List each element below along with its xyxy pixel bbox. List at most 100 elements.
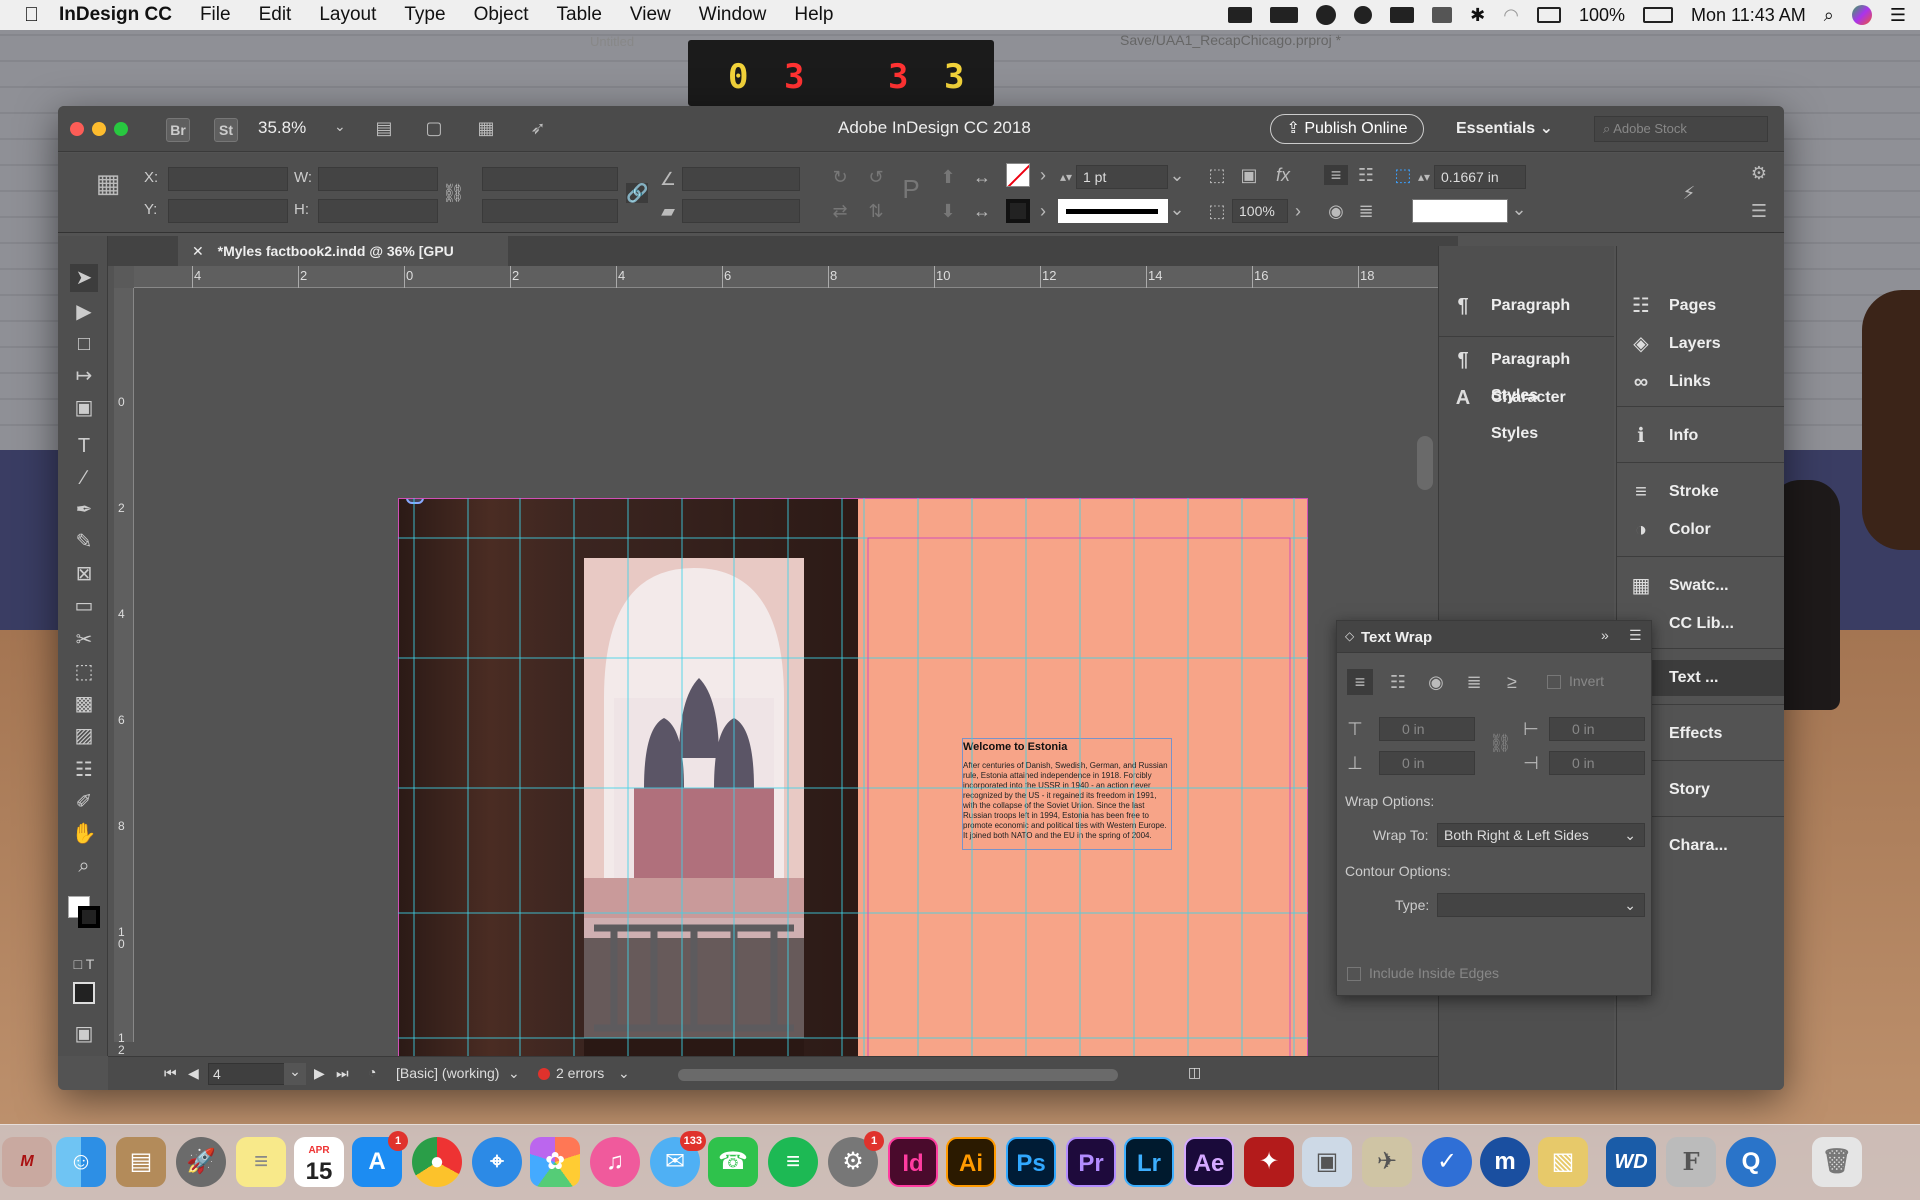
text-wrap-box-icon[interactable]: ☷ <box>1354 165 1378 185</box>
text-wrap-jump-icon[interactable]: ≣ <box>1354 201 1378 221</box>
screen-mode-icon[interactable]: ▢ <box>420 118 448 138</box>
system-preferences-icon[interactable]: ⚙ 1 <box>828 1131 884 1187</box>
wd-drive-icon[interactable] <box>1270 7 1299 23</box>
gradient-feather-tool-icon[interactable]: ▨ <box>70 722 98 750</box>
creative-cloud-icon[interactable] <box>1316 5 1337 25</box>
opacity-menu-icon[interactable]: › <box>1290 201 1306 221</box>
stroke-menu-icon[interactable]: › <box>1034 201 1052 221</box>
stock-button[interactable]: St <box>214 118 238 142</box>
menu-view[interactable]: View <box>616 4 685 26</box>
rectangle-frame-tool-icon[interactable]: ⊠ <box>70 560 98 588</box>
indesign-dock-icon[interactable]: Id <box>888 1137 938 1187</box>
pencil-tool-icon[interactable]: ✎ <box>70 528 98 556</box>
adobe-stock-search[interactable]: ⌕ Adobe Stock <box>1594 116 1768 142</box>
character-styles-panel-tab[interactable]: A Character Styles <box>1439 380 1614 442</box>
menu-edit[interactable]: Edit <box>245 4 306 26</box>
text-wrap-shape-icon[interactable]: ◉ <box>1324 201 1348 221</box>
paragraph-styles-panel-tab[interactable]: ¶ Paragraph Styles <box>1439 342 1614 404</box>
constrain-proportions-icon[interactable]: ⛓ <box>442 183 465 203</box>
settings-gear-icon[interactable]: ⚙ <box>1748 163 1770 183</box>
menu-file[interactable]: File <box>186 4 245 26</box>
fill-swatch[interactable] <box>1006 163 1030 187</box>
x-field[interactable] <box>168 167 288 191</box>
note-tool-icon[interactable]: ☷ <box>70 756 98 784</box>
wrap-none-button[interactable]: ≡ <box>1347 669 1373 695</box>
close-tab-icon[interactable]: ✕ <box>192 243 204 259</box>
page-spread[interactable]: Welcome to Estonia After centuries of Da… <box>398 498 1308 1090</box>
top-offset-field[interactable]: 0 in <box>1379 717 1475 741</box>
left-offset-field[interactable]: 0 in <box>1549 717 1645 741</box>
horizontal-ruler[interactable]: 420246810121416182 <box>114 266 1473 288</box>
launchpad-icon[interactable]: 🚀 <box>176 1137 226 1187</box>
acrobat-distiller-icon[interactable]: ✦ <box>1244 1137 1294 1187</box>
stroke-type-dropdown[interactable]: ⌄ <box>1168 199 1186 219</box>
notification-center-icon[interactable]: ☰ <box>1890 5 1906 26</box>
shear-field[interactable] <box>682 199 800 223</box>
zoom-window-button[interactable] <box>114 122 128 136</box>
font-book-icon[interactable]: F <box>1666 1137 1716 1187</box>
gap-tool-icon[interactable]: ↦ <box>70 362 98 390</box>
facetime-icon[interactable]: ☎ <box>708 1137 758 1187</box>
arrange-documents-icon[interactable]: ▦ <box>472 118 500 138</box>
next-page-icon[interactable]: ▶ <box>314 1065 325 1082</box>
stroke-weight-field[interactable]: 1 pt <box>1076 165 1168 189</box>
include-inside-edges-checkbox[interactable] <box>1347 967 1361 981</box>
quicktime-icon[interactable]: Q <box>1726 1137 1776 1187</box>
checkmark-app-icon[interactable]: ✓ <box>1422 1137 1472 1187</box>
line-tool-icon[interactable]: ∕ <box>70 464 98 492</box>
gutter-field[interactable]: 0.1667 in <box>1434 165 1526 189</box>
premiere-dock-icon[interactable]: Pr <box>1066 1137 1116 1187</box>
contacts-icon[interactable]: ▤ <box>116 1137 166 1187</box>
h-field[interactable] <box>318 199 438 223</box>
stroke-weight-stepper[interactable]: ▴▾ <box>1058 167 1074 187</box>
w-field[interactable] <box>318 167 438 191</box>
siri-icon[interactable] <box>1851 5 1872 25</box>
layers-panel-tab[interactable]: ◈ Layers <box>1617 326 1784 362</box>
workspace-switcher[interactable]: Essentials ⌄ <box>1456 118 1553 138</box>
error-count[interactable]: 2 errors <box>556 1065 604 1081</box>
flip-vertical-icon[interactable]: ⇅ <box>864 201 888 221</box>
finder-icon[interactable]: ☺ <box>56 1137 106 1187</box>
pen-tool-icon[interactable]: ✒ <box>70 496 98 524</box>
horizontal-scrollbar[interactable] <box>678 1069 1118 1081</box>
swatches-panel-tab[interactable]: ▦ Swatc... <box>1617 568 1784 604</box>
gutter-stepper[interactable]: ▴▾ <box>1416 167 1432 187</box>
wrap-object-shape-button[interactable]: ◉ <box>1423 669 1449 695</box>
panel-collapse-icon[interactable]: ◇ <box>1345 629 1354 643</box>
clock[interactable]: Mon 11:43 AM <box>1691 5 1806 26</box>
column-dropdown[interactable]: ⌄ <box>1510 199 1528 219</box>
wifi-icon[interactable]: ◠ <box>1503 5 1519 26</box>
page-dropdown-icon[interactable]: ⌄ <box>284 1063 306 1085</box>
fx-icon[interactable]: fx <box>1270 165 1296 185</box>
direct-selection-tool-icon[interactable]: ▶ <box>70 298 98 326</box>
drive-icon[interactable] <box>1390 7 1415 23</box>
preflight-profile[interactable]: [Basic] (working) <box>396 1065 499 1081</box>
safari-icon[interactable]: ⌖ <box>472 1137 522 1187</box>
stroke-panel-tab[interactable]: ≡ Stroke <box>1617 474 1784 510</box>
rotate-ccw-icon[interactable]: ↺ <box>864 167 888 187</box>
opacity-field[interactable]: 100% <box>1232 199 1288 223</box>
wd-backup-icon[interactable]: WD <box>1606 1137 1656 1187</box>
text-wrap-menu-icon[interactable]: ☰ <box>1629 627 1642 644</box>
free-transform-tool-icon[interactable]: ⬚ <box>70 658 98 686</box>
wrap-bounding-box-button[interactable]: ☷ <box>1385 669 1411 695</box>
fill-menu-icon[interactable]: › <box>1034 165 1052 185</box>
illustrator-dock-icon[interactable]: Ai <box>946 1137 996 1187</box>
preview-icon[interactable]: ▣ <box>1302 1137 1352 1187</box>
hand-tool-icon[interactable]: ✋ <box>70 820 98 848</box>
selection-tool-icon[interactable]: ➤ <box>70 264 98 292</box>
menu-object[interactable]: Object <box>460 4 543 26</box>
apply-color-icon[interactable]: □ T <box>70 950 98 978</box>
battery-percent[interactable]: 100% <box>1579 5 1625 26</box>
info-panel-tab[interactable]: ℹ Info <box>1617 418 1784 454</box>
links-panel-tab[interactable]: ∞ Links <box>1617 364 1784 400</box>
calendar-icon[interactable]: APR 15 <box>294 1137 344 1187</box>
chrome-icon[interactable]: ● <box>412 1137 462 1187</box>
vpn-icon[interactable] <box>1354 6 1373 24</box>
itunes-icon[interactable]: ♫ <box>590 1137 640 1187</box>
previous-page-icon[interactable]: ◀ <box>188 1065 199 1082</box>
menu-app-name[interactable]: InDesign CC <box>53 4 186 26</box>
select-next-icon[interactable]: ↔ <box>970 201 994 221</box>
scale-y-field[interactable] <box>482 199 618 223</box>
paragraph-panel-tab[interactable]: ¶ Paragraph <box>1439 288 1614 324</box>
